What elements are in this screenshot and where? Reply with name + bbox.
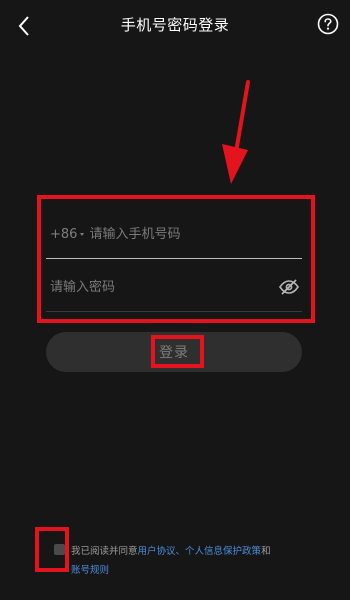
caret-down-icon (80, 232, 85, 236)
country-code-label: +86 (50, 226, 78, 242)
privacy-policy-link[interactable]: 个人信息保护政策 (185, 546, 261, 557)
password-row (46, 263, 302, 312)
agreement-prefix: 我已阅读并同意 (71, 546, 138, 557)
question-circle-icon (317, 13, 339, 35)
annotation-arrow-icon (222, 80, 250, 184)
header-bar: 手机号密码登录 (0, 0, 350, 48)
password-input[interactable] (50, 267, 278, 307)
country-code-selector[interactable]: +86 (50, 227, 89, 242)
phone-input[interactable] (89, 214, 302, 254)
toggle-password-visibility[interactable] (278, 276, 300, 298)
page-title: 手机号密码登录 (120, 16, 230, 34)
eye-off-icon (279, 279, 299, 295)
account-rules-link[interactable]: 账号规则 (71, 565, 109, 576)
login-button[interactable]: 登录 (46, 332, 302, 372)
phone-row: +86 (46, 210, 302, 259)
user-agreement-link[interactable]: 用户协议 (138, 546, 176, 557)
agreement-conjunction: 和 (261, 546, 271, 557)
agreement-checkbox[interactable] (54, 544, 65, 555)
login-button-label: 登录 (159, 345, 189, 361)
login-form: +86 (46, 210, 302, 312)
agreement-text: 我已阅读并同意用户协议、个人信息保护政策和账号规则 (71, 542, 311, 580)
agreement-separator: 、 (175, 546, 186, 557)
help-button[interactable] (316, 12, 340, 36)
login-screen: 手机号密码登录 +86 请输入手机号码 登录 我已阅读并同意用户协议、个人信息保… (0, 0, 350, 600)
